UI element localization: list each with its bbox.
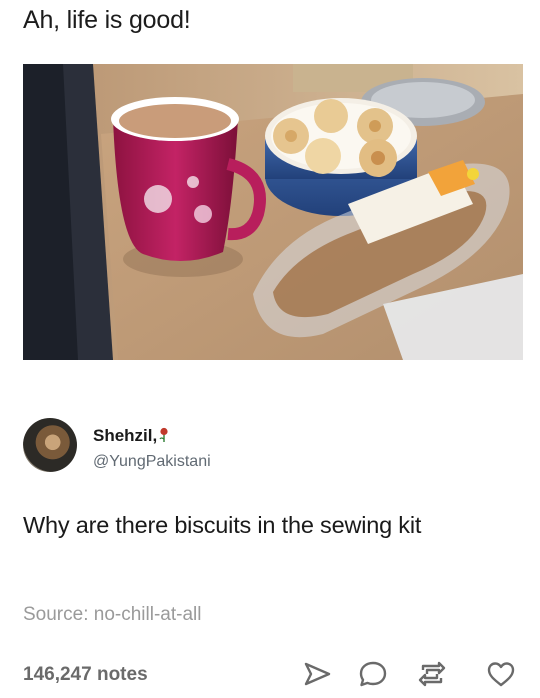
share-icon[interactable] [302, 660, 332, 688]
avatar[interactable] [23, 418, 77, 472]
rose-emoji-icon [158, 427, 170, 443]
post-title: Ah, life is good! [23, 6, 191, 34]
handle[interactable]: @YungPakistani [93, 453, 211, 471]
source-link[interactable]: no-chill-at-all [94, 604, 202, 625]
display-name-row[interactable]: Shehzil, [93, 426, 170, 446]
tea-and-biscuits-photo [23, 64, 523, 360]
notes-count[interactable]: 146,247 notes [23, 664, 148, 686]
display-name[interactable]: Shehzil, [93, 426, 157, 445]
tweet-text: Why are there biscuits in the sewing kit [23, 512, 422, 538]
post-photo [23, 64, 523, 360]
heart-icon[interactable] [486, 660, 516, 688]
comment-icon[interactable] [358, 660, 388, 688]
tweet-header: Shehzil, @YungPakistani [23, 415, 443, 491]
source-line: Source: no-chill-at-all [23, 604, 201, 626]
source-label: Source: [23, 604, 89, 625]
reblog-icon[interactable] [417, 660, 447, 688]
